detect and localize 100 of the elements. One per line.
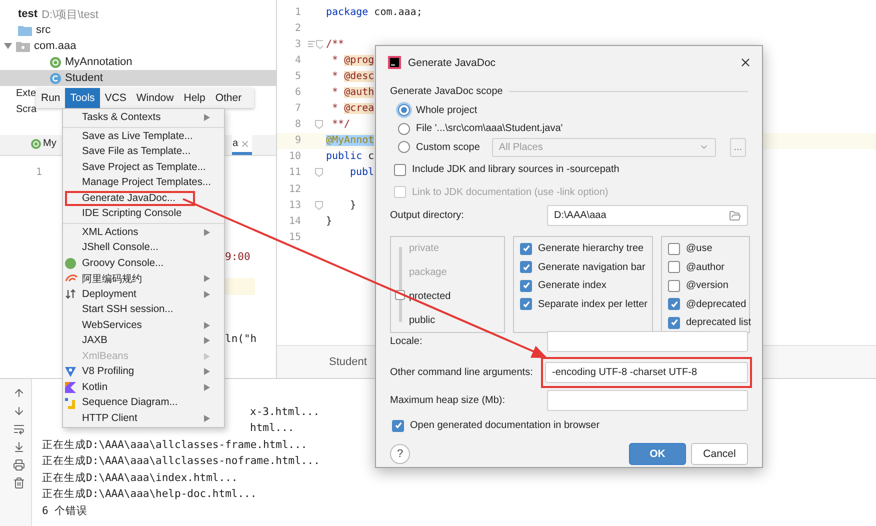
console-line: 6 个错误 <box>42 504 88 518</box>
menu-item[interactable]: Generate JavaDoc... <box>65 190 196 206</box>
line-number: 2 <box>294 22 301 34</box>
menu-item[interactable]: V8 Profiling <box>63 364 224 380</box>
checkbox[interactable] <box>668 316 680 329</box>
radio-button[interactable] <box>398 141 410 154</box>
tree-item[interactable]: src <box>0 22 276 38</box>
checkbox-label: Generate index <box>538 280 606 292</box>
menu-item[interactable]: Kotlin <box>63 380 224 395</box>
checkbox[interactable] <box>520 261 532 274</box>
print-icon[interactable] <box>13 459 25 471</box>
tree-item[interactable]: Student <box>0 70 276 86</box>
checkbox[interactable] <box>668 280 680 292</box>
checkbox[interactable] <box>668 242 680 255</box>
fold-marker-icon[interactable] <box>315 200 323 210</box>
line-number: 12 <box>288 184 301 195</box>
cancel-button[interactable]: Cancel <box>691 443 748 465</box>
checkbox-label: @version <box>686 280 728 292</box>
menu-item[interactable]: Deployment <box>63 286 224 302</box>
fold-marker-icon[interactable] <box>316 40 323 49</box>
menu-item[interactable]: XML Actions <box>63 224 224 240</box>
arguments-field[interactable]: -encoding UTF-8 -charset UTF-8 <box>545 362 748 382</box>
editor-tab[interactable]: a <box>232 135 252 155</box>
line-number: 13 <box>288 200 301 211</box>
checkbox-label: @use <box>686 243 712 254</box>
close-icon[interactable] <box>240 138 250 148</box>
field-label: Other command line arguments: <box>390 366 533 378</box>
tree-item[interactable]: MyAnnotation <box>0 54 276 70</box>
code-line: publ <box>350 167 374 178</box>
menu-item[interactable]: Tasks & Contexts <box>63 110 224 126</box>
ok-button[interactable]: OK <box>629 443 686 465</box>
menu-item[interactable]: Groovy Console... <box>63 256 224 271</box>
project-name: test <box>18 8 38 20</box>
fold-marker-icon[interactable] <box>315 120 323 130</box>
checkbox[interactable] <box>520 298 532 310</box>
menu-item[interactable]: 阿里编码规约 <box>63 271 224 286</box>
arrow-up-icon[interactable] <box>13 387 25 399</box>
tool-window-label[interactable]: Exte <box>16 86 36 102</box>
folder-icon[interactable] <box>729 210 741 222</box>
checkbox[interactable] <box>668 298 680 310</box>
menu-bar-item[interactable]: Tools <box>65 88 100 108</box>
arrow-down-icon[interactable] <box>13 405 25 417</box>
menu-bar-item[interactable]: Run <box>36 88 66 108</box>
radio-button[interactable] <box>398 104 410 116</box>
output-directory-field[interactable]: D:\AAA\aaa <box>547 205 748 226</box>
code-line: * @crea <box>331 103 374 114</box>
menu-item[interactable]: WebServices <box>63 318 224 333</box>
fold-marker-icon[interactable] <box>315 168 323 178</box>
code-line: * @prog <box>331 54 374 66</box>
line-number: 14 <box>288 216 301 227</box>
menu-item[interactable]: JAXB <box>63 333 224 348</box>
close-button[interactable] <box>739 56 752 69</box>
heap-size-field[interactable] <box>547 390 748 411</box>
line-number: 5 <box>294 70 301 82</box>
expanded-triangle-icon[interactable] <box>4 42 12 50</box>
menu-bar-item[interactable]: Other <box>210 88 247 108</box>
menu-item[interactable]: HTTP Client <box>63 410 224 426</box>
checkbox[interactable] <box>392 420 404 432</box>
line-number: 1 <box>294 6 301 18</box>
menu-item[interactable]: IDE Scripting Console <box>63 206 224 222</box>
menu-item[interactable]: Save Project as Template... <box>63 160 224 175</box>
radio-label: Whole project <box>416 104 478 116</box>
tree-item[interactable]: com.aaa <box>0 38 276 54</box>
breadcrumb[interactable]: Student <box>329 356 367 368</box>
menu-bar-item[interactable]: Help <box>178 88 210 108</box>
groovy-icon <box>65 258 76 269</box>
visibility-label: protected <box>409 290 451 302</box>
code-line: package com.aaa; <box>326 6 422 18</box>
project-path: D:\项目\test <box>42 8 98 22</box>
checkbox[interactable] <box>520 242 532 255</box>
line-number: 7 <box>294 103 301 114</box>
checkbox[interactable] <box>394 164 406 176</box>
menu-item[interactable]: JShell Console... <box>63 240 224 256</box>
menu-item[interactable]: Start SSH session... <box>63 302 224 318</box>
checkbox[interactable] <box>668 261 680 274</box>
line-number: 4 <box>294 54 301 66</box>
code-line: * @desc <box>331 70 374 82</box>
checkbox[interactable] <box>520 280 532 292</box>
menu-item[interactable]: Sequence Diagram... <box>63 395 224 410</box>
menu-item[interactable]: Save File as Template... <box>63 144 224 160</box>
menu-bar-item[interactable]: Window <box>131 88 179 108</box>
shield-icon <box>65 366 76 378</box>
doc-render-icon[interactable] <box>307 39 316 50</box>
code-text: ln("h <box>225 332 257 347</box>
radio-label: Custom scope <box>416 142 480 153</box>
tool-window-label[interactable]: Scra <box>16 102 37 118</box>
checkbox-label: Separate index per letter <box>538 298 648 310</box>
trash-icon[interactable] <box>13 477 25 489</box>
class-icon <box>50 72 61 84</box>
menu-item[interactable]: Manage Project Templates... <box>63 175 224 190</box>
radio-button[interactable] <box>398 122 410 135</box>
menu-bar-item[interactable]: VCS <box>100 88 132 108</box>
soft-wrap-icon[interactable] <box>13 423 25 435</box>
editor-tab[interactable]: My <box>31 135 58 155</box>
scroll-to-end-icon[interactable] <box>13 441 25 453</box>
help-button[interactable]: ? <box>390 444 410 464</box>
menu-item[interactable]: Save as Live Template... <box>63 128 224 144</box>
locale-field[interactable] <box>547 331 748 352</box>
console-line: 正在生成D:\AAA\aaa\help-doc.html... <box>42 487 257 502</box>
sequence-diagram-icon <box>65 396 77 409</box>
